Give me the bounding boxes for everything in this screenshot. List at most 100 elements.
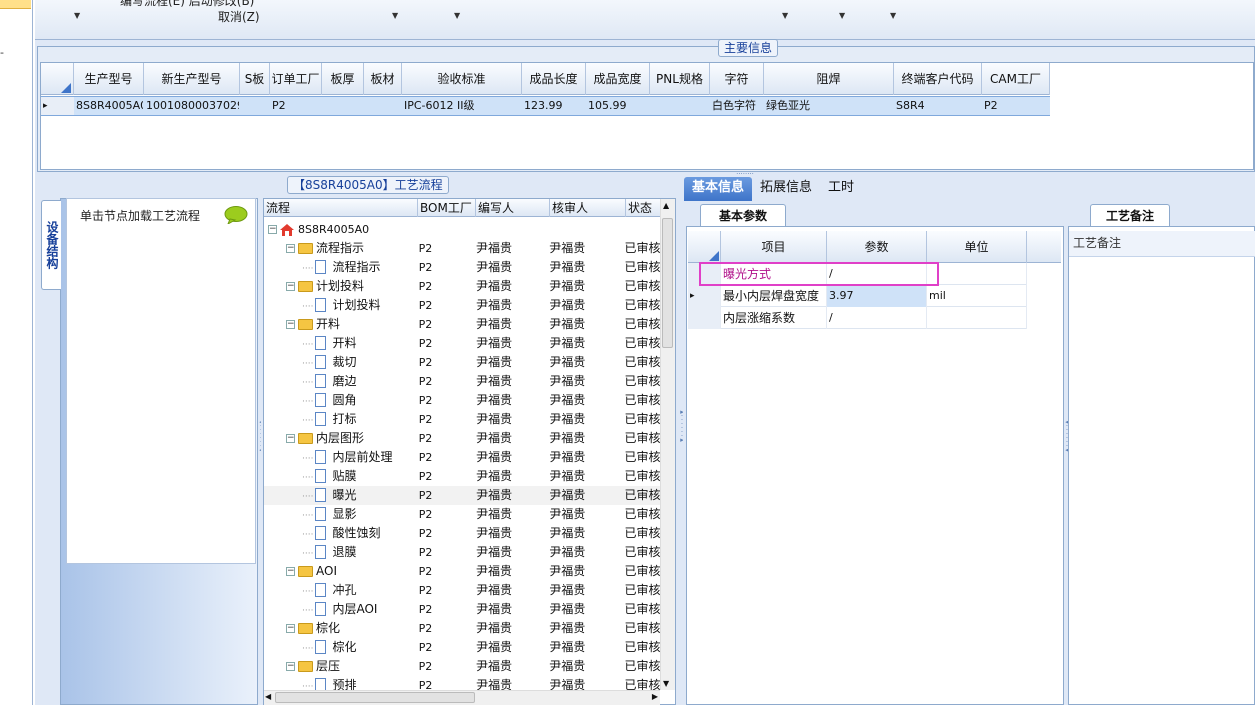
column-header[interactable]: 核审人 xyxy=(550,199,626,217)
table-cell[interactable]: 尹福贵 xyxy=(547,258,622,277)
tree-node-label[interactable]: − 8S8R4005A0 xyxy=(264,220,418,239)
table-cell[interactable]: 尹福贵 xyxy=(547,524,622,543)
dropdown-arrow-icon[interactable]: ▼ xyxy=(454,11,460,20)
table-row[interactable]: ···· 酸性蚀刻 P2 尹福贵 尹福贵 已审核 xyxy=(264,524,674,543)
column-header[interactable]: 新生产型号 xyxy=(144,63,240,95)
table-row[interactable]: ···· 流程指示 P2 尹福贵 尹福贵 已审核 xyxy=(264,258,674,277)
table-cell[interactable]: 123.99 xyxy=(522,97,586,115)
table-cell[interactable] xyxy=(650,97,710,115)
table-cell[interactable]: 尹福贵 xyxy=(474,638,547,657)
tree-node[interactable]: ···· 酸性蚀刻 xyxy=(264,524,417,543)
table-cell[interactable] xyxy=(240,97,270,115)
table-cell[interactable]: P2 xyxy=(417,372,474,391)
table-cell[interactable]: 尹福贵 xyxy=(474,448,547,467)
table-cell[interactable]: 尹福贵 xyxy=(547,505,622,524)
scroll-left-icon[interactable]: ◀ xyxy=(265,692,271,701)
table-cell[interactable]: 尹福贵 xyxy=(547,657,622,676)
table-cell[interactable]: 尹福贵 xyxy=(474,391,547,410)
table-cell[interactable]: P2 xyxy=(417,543,474,562)
tab-extended-info[interactable]: 拓展信息 xyxy=(752,177,820,201)
table-cell[interactable]: 尹福贵 xyxy=(547,600,622,619)
table-cell[interactable]: P2 xyxy=(417,619,474,638)
param-value[interactable]: / xyxy=(827,307,927,329)
table-cell[interactable]: 尹福贵 xyxy=(474,239,547,258)
table-cell[interactable]: 尹福贵 xyxy=(547,315,622,334)
process-notes-title[interactable]: 工艺备注 xyxy=(1090,204,1170,226)
table-row[interactable]: ···· 内层前处理 P2 尹福贵 尹福贵 已审核 xyxy=(264,448,674,467)
tree-node[interactable]: ···· 开料 xyxy=(264,334,417,353)
table-cell[interactable]: 尹福贵 xyxy=(474,524,547,543)
tree-node[interactable]: ···· 显影 xyxy=(264,505,417,524)
table-cell[interactable]: P2 xyxy=(417,467,474,486)
table-cell[interactable] xyxy=(322,97,364,115)
column-header[interactable]: 编写人 xyxy=(476,199,550,217)
param-item[interactable]: 最小内层焊盘宽度 xyxy=(721,285,827,307)
table-row[interactable]: ···· 冲孔 P2 尹福贵 尹福贵 已审核 xyxy=(264,581,674,600)
scroll-up-icon[interactable]: ▲ xyxy=(663,201,669,210)
scroll-down-icon[interactable]: ▼ xyxy=(663,679,669,688)
horizontal-scroll-thumb[interactable] xyxy=(275,692,475,703)
table-cell[interactable]: P2 xyxy=(417,448,474,467)
table-cell[interactable]: 尹福贵 xyxy=(547,296,622,315)
table-row[interactable]: 内层涨缩系数 / xyxy=(688,307,1027,329)
column-header[interactable]: 订单工厂 xyxy=(270,63,322,95)
table-cell[interactable]: 尹福贵 xyxy=(474,543,547,562)
table-cell[interactable]: 尹福贵 xyxy=(547,353,622,372)
table-row[interactable]: − 层压 P2 尹福贵 尹福贵 已审核 xyxy=(264,657,674,676)
tree-node[interactable]: ···· 流程指示 xyxy=(264,258,417,277)
param-unit[interactable] xyxy=(927,263,1027,285)
table-cell[interactable]: 尹福贵 xyxy=(547,638,622,657)
column-header[interactable]: 参数 xyxy=(827,231,927,263)
table-cell[interactable]: 尹福贵 xyxy=(547,429,622,448)
tree-node[interactable]: ···· 冲孔 xyxy=(264,581,417,600)
table-row[interactable]: ▸ 8S8R4005A0 10010800037029 P2 IPC-6012 II级 1… xyxy=(41,96,1050,116)
column-header[interactable]: 项目 xyxy=(721,231,827,263)
column-header[interactable]: S板 xyxy=(240,63,270,95)
vertical-scroll-thumb[interactable] xyxy=(662,218,673,348)
table-cell[interactable]: P2 xyxy=(417,277,474,296)
column-header[interactable]: 字符 xyxy=(710,63,764,95)
dropdown-arrow-icon[interactable]: ▼ xyxy=(782,11,788,20)
collapse-icon[interactable]: − xyxy=(286,662,295,671)
table-cell[interactable]: S8R4 xyxy=(894,97,982,115)
table-cell[interactable]: 尹福贵 xyxy=(547,410,622,429)
column-header[interactable]: BOM工厂 xyxy=(418,199,476,217)
dropdown-arrow-icon[interactable]: ▼ xyxy=(74,11,80,20)
table-cell[interactable]: 尹福贵 xyxy=(474,581,547,600)
table-cell[interactable]: 尹福贵 xyxy=(474,410,547,429)
tree-node[interactable]: − AOI xyxy=(264,562,417,581)
tree-node[interactable]: − 层压 xyxy=(264,657,417,676)
table-cell[interactable]: 尹福贵 xyxy=(547,277,622,296)
param-item[interactable]: 内层涨缩系数 xyxy=(721,307,827,329)
collapse-icon[interactable]: − xyxy=(286,567,295,576)
table-cell[interactable]: P2 xyxy=(417,315,474,334)
tree-node[interactable]: ···· 内层AOI xyxy=(264,600,417,619)
scroll-right-icon[interactable]: ▶ xyxy=(652,692,658,701)
tree-node[interactable]: ···· 圆角 xyxy=(264,391,417,410)
column-header[interactable]: 成品宽度 xyxy=(586,63,650,95)
param-unit[interactable]: mil xyxy=(927,285,1027,307)
table-row[interactable]: − AOI P2 尹福贵 尹福贵 已审核 xyxy=(264,562,674,581)
table-cell[interactable]: 尹福贵 xyxy=(474,334,547,353)
collapse-icon[interactable]: − xyxy=(286,624,295,633)
column-header[interactable]: 板材 xyxy=(364,63,402,95)
tree-node[interactable]: ···· 曝光 xyxy=(264,486,417,505)
tab-work-hours[interactable]: 工时 xyxy=(820,177,862,201)
tree-node[interactable]: ···· 计划投料 xyxy=(264,296,417,315)
table-row[interactable]: ···· 计划投料 P2 尹福贵 尹福贵 已审核 xyxy=(264,296,674,315)
column-header[interactable]: PNL规格 xyxy=(650,63,710,95)
column-header[interactable]: 流程 xyxy=(264,199,418,217)
table-row[interactable]: ···· 退膜 P2 尹福贵 尹福贵 已审核 xyxy=(264,543,674,562)
table-cell[interactable]: 尹福贵 xyxy=(547,448,622,467)
column-header[interactable]: 阻焊 xyxy=(764,63,894,95)
column-header[interactable]: 成品长度 xyxy=(522,63,586,95)
column-header[interactable]: 终端客户代码 xyxy=(894,63,982,95)
table-row[interactable]: ···· 开料 P2 尹福贵 尹福贵 已审核 xyxy=(264,334,674,353)
table-cell[interactable]: 尹福贵 xyxy=(547,467,622,486)
table-cell[interactable]: 尹福贵 xyxy=(474,619,547,638)
table-cell[interactable]: 尹福贵 xyxy=(547,334,622,353)
tree-root[interactable]: − 8S8R4005A0 xyxy=(264,220,418,239)
table-cell[interactable]: 尹福贵 xyxy=(474,315,547,334)
table-cell[interactable]: 尹福贵 xyxy=(474,600,547,619)
table-row[interactable]: − 棕化 P2 尹福贵 尹福贵 已审核 xyxy=(264,619,674,638)
